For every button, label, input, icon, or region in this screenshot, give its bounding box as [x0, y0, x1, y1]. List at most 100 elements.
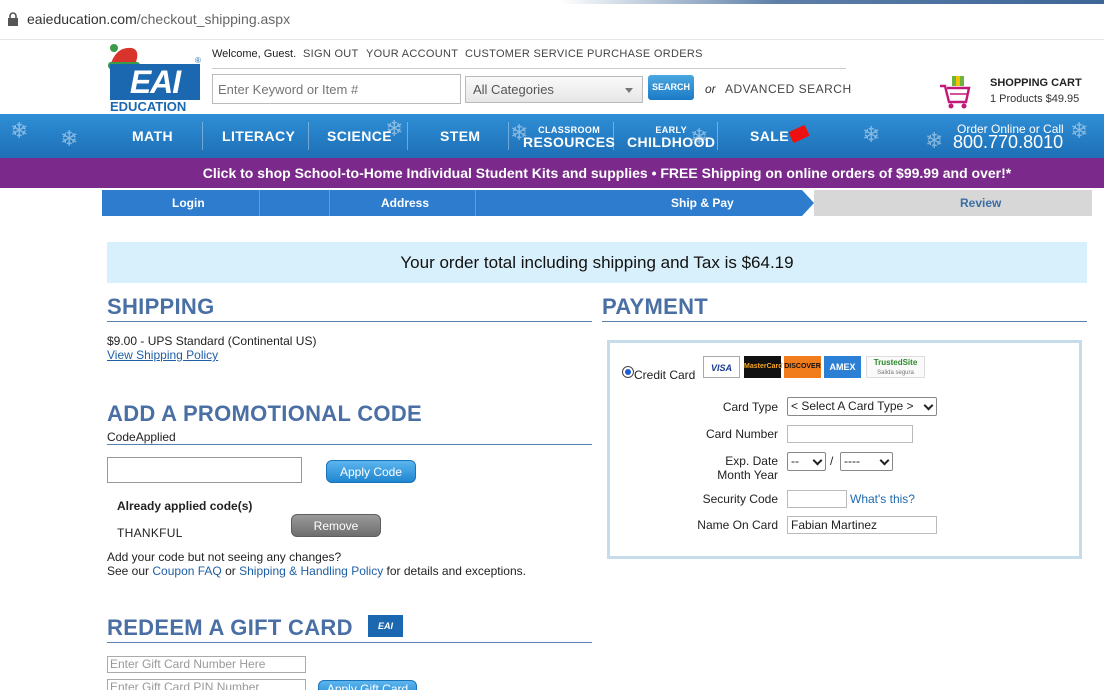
trusted-site-sub: Salida segura: [877, 370, 914, 376]
nav-math[interactable]: MATH: [132, 114, 173, 158]
security-code-label: Security Code: [702, 492, 778, 506]
divider: [602, 321, 1087, 322]
step-login[interactable]: Login: [172, 190, 205, 216]
sale-tag-icon: [788, 124, 810, 144]
registered-mark: ®: [195, 56, 201, 65]
steps-remaining: [814, 190, 1092, 216]
top-strip: [560, 0, 1104, 4]
card-type-label: Card Type: [722, 400, 778, 414]
or-text: or: [705, 82, 716, 96]
chevron-down-icon: [923, 400, 934, 411]
lock-icon: [8, 12, 18, 26]
nav-label-big: CHILDHOOD: [627, 134, 716, 150]
apply-code-button[interactable]: Apply Code: [326, 460, 416, 483]
sign-out-link[interactable]: SIGN OUT: [303, 48, 359, 60]
category-select[interactable]: All Categories: [465, 76, 643, 103]
shopping-cart-icon[interactable]: [938, 74, 972, 110]
whats-this-link[interactable]: What's this?: [850, 492, 915, 506]
url-text[interactable]: eaieducation.com/checkout_shipping.aspx: [27, 11, 290, 27]
divider: [259, 190, 260, 216]
security-code-input[interactable]: [787, 490, 847, 508]
welcome-text: Welcome, Guest.: [212, 48, 297, 60]
gift-card-number-input[interactable]: Enter Gift Card Number Here: [107, 656, 306, 673]
exp-month-select[interactable]: --: [787, 452, 826, 471]
checkout-steps: Login Address Ship & Pay Review: [102, 190, 1092, 216]
credit-card-radio[interactable]: [622, 366, 634, 378]
shipping-method: $9.00 - UPS Standard (Continental US): [107, 334, 317, 348]
credit-card-label: Credit Card: [634, 368, 696, 382]
divider: [613, 122, 614, 150]
nav-classroom-resources[interactable]: CLASSROOM RESOURCES: [523, 125, 615, 158]
card-type-select[interactable]: < Select A Card Type >: [787, 397, 937, 416]
coupon-faq-link[interactable]: Coupon FAQ: [152, 564, 221, 578]
mastercard-icon: MasterCard: [744, 356, 783, 378]
nav-stem[interactable]: STEM: [440, 114, 481, 158]
your-account-link[interactable]: YOUR ACCOUNT: [366, 48, 458, 60]
exp-year-select[interactable]: ----: [840, 452, 893, 471]
cart-title[interactable]: SHOPPING CART: [990, 77, 1082, 89]
divider: [508, 122, 509, 150]
snowflake-icon: ❄: [862, 122, 881, 147]
apply-gift-card-button[interactable]: Apply Gift Card: [318, 680, 417, 690]
promo-title: ADD A PROMOTIONAL CODE: [107, 401, 423, 426]
nav-sale[interactable]: SALE: [750, 114, 789, 158]
discover-icon: DISCOVER: [784, 356, 821, 378]
divider: [107, 642, 592, 643]
step-ship-pay[interactable]: Ship & Pay: [671, 190, 734, 216]
cart-summary[interactable]: 1 Products $49.95: [990, 93, 1079, 105]
name-on-card-input[interactable]: Fabian Martinez: [787, 516, 937, 534]
payment-title: PAYMENT: [602, 294, 709, 319]
applied-code-value: THANKFUL: [117, 526, 183, 540]
purchase-orders-link[interactable]: PURCHASE ORDERS: [587, 48, 703, 60]
logo-subtitle: EDUCATION: [110, 99, 187, 114]
search-button[interactable]: SEARCH: [648, 75, 694, 100]
card-type-value: < Select A Card Type >: [791, 399, 914, 413]
eai-logo[interactable]: EAI ® EDUCATION: [104, 42, 204, 114]
gift-card-pin-input[interactable]: Enter Gift Card PIN Number: [107, 679, 306, 690]
nav-literacy[interactable]: LITERACY: [222, 114, 295, 158]
already-applied-label: Already applied code(s): [117, 499, 253, 513]
step-address[interactable]: Address: [381, 190, 429, 216]
help-text: See our: [107, 564, 150, 578]
order-total-banner: Your order total including shipping and …: [107, 242, 1087, 283]
visa-icon: VISA: [703, 356, 740, 378]
nav-label-big: RESOURCES: [523, 134, 616, 150]
chevron-down-icon: [625, 88, 633, 93]
advanced-search-link[interactable]: ADVANCED SEARCH: [725, 82, 852, 96]
code-applied-label: CodeApplied: [107, 430, 176, 444]
divider: [308, 122, 309, 150]
nav-science[interactable]: SCIENCE: [327, 114, 392, 158]
category-value: All Categories: [473, 82, 554, 97]
promo-banner[interactable]: Click to shop School-to-Home Individual …: [0, 158, 1104, 188]
chevron-down-icon: [812, 455, 823, 466]
snowflake-icon: ❄: [60, 126, 79, 151]
help-text: or: [225, 564, 236, 578]
browser-url-bar[interactable]: eaieducation.com/checkout_shipping.aspx: [0, 0, 1104, 40]
remove-code-button[interactable]: Remove: [291, 514, 381, 537]
steps-arrow: [802, 190, 814, 216]
phone-number[interactable]: 800.770.8010: [953, 132, 1063, 153]
trusted-site-label: TrustedSite: [873, 358, 918, 367]
card-number-label: Card Number: [705, 427, 778, 441]
customer-service-link[interactable]: CUSTOMER SERVICE: [465, 48, 584, 60]
divider: [202, 122, 203, 150]
exp-date-label: Exp. Date: [725, 454, 778, 468]
eai-gift-card-icon: EAI: [368, 615, 403, 637]
card-number-input[interactable]: [787, 425, 913, 443]
snowflake-icon: ❄: [925, 128, 944, 153]
exp-date-sublabel: Month Year: [717, 468, 778, 482]
search-input[interactable]: [212, 74, 461, 104]
logo-letters: EAI: [110, 64, 200, 100]
exp-slash: /: [830, 454, 834, 468]
promo-help-links: See our Coupon FAQ or Shipping & Handlin…: [107, 564, 526, 578]
trusted-site-badge: TrustedSite Salida segura: [866, 356, 925, 378]
nav-early-childhood[interactable]: EARLY CHILDHOOD: [627, 125, 715, 158]
exp-year-value: ----: [844, 454, 860, 468]
divider: [212, 68, 846, 69]
snowflake-icon: ❄: [10, 118, 29, 143]
promo-code-input[interactable]: [107, 457, 302, 483]
shipping-policy-link[interactable]: View Shipping Policy: [107, 348, 218, 362]
step-review: Review: [960, 196, 1002, 210]
shipping-handling-link[interactable]: Shipping & Handling Policy: [239, 564, 383, 578]
main-nav: ❄ ❄ ❄ ❄ ❄ ❄ ❄ ❄ MATH LITERACY SCIENCE ST…: [0, 114, 1104, 158]
